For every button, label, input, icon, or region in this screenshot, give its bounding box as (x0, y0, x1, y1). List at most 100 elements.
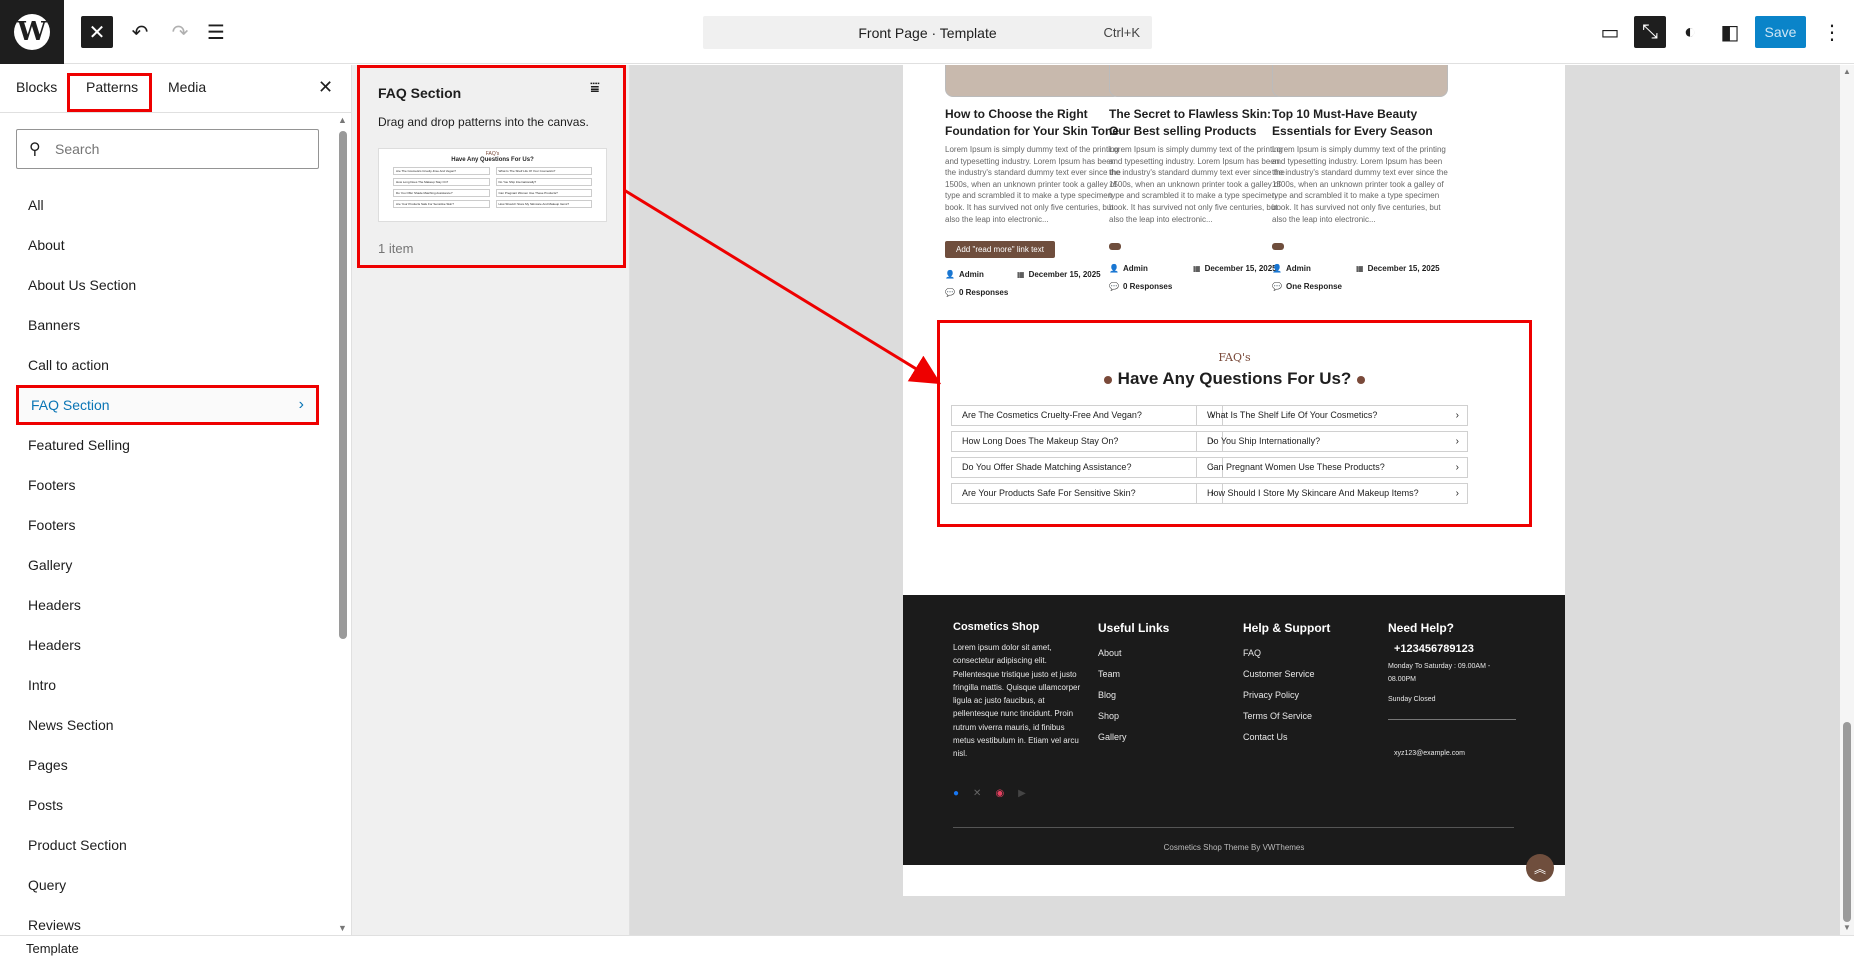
pattern-category-item[interactable]: Pages (16, 745, 319, 785)
pattern-category-item[interactable]: All (16, 185, 319, 225)
pattern-category-item[interactable]: Query (16, 865, 319, 905)
facebook-icon[interactable]: ● (953, 788, 959, 799)
tab-blocks[interactable]: Blocks (16, 79, 57, 95)
wordpress-logo-button[interactable]: W (0, 0, 64, 64)
canvas-scrollbar-thumb[interactable] (1843, 722, 1851, 922)
post-title[interactable]: How to Choose the Right Foundation for Y… (945, 106, 1125, 140)
read-more-button[interactable]: Add "read more" link text (945, 241, 1055, 258)
document-overview-button[interactable]: ☰ (200, 16, 232, 48)
read-more-button[interactable] (1272, 243, 1284, 250)
pattern-category-item[interactable]: Product Section (16, 825, 319, 865)
pattern-preview-thumbnail[interactable]: FAQ's Have Any Questions For Us? Are The… (378, 148, 607, 222)
pattern-category-item[interactable]: Headers (16, 625, 319, 665)
faq-question-item[interactable]: Can Pregnant Women Use These Products? › (1196, 457, 1468, 478)
scroll-down-arrow[interactable]: ▼ (338, 923, 347, 933)
footer-useful-column: Useful Links About Team Blog Shop Gallery (1098, 621, 1169, 748)
pattern-category-label: Pages (28, 757, 68, 773)
filter-icon[interactable]: ⩸ (590, 80, 600, 98)
styles-button[interactable]: ◐ (1674, 16, 1706, 48)
x-twitter-icon[interactable]: ✕ (973, 788, 981, 799)
footer-link[interactable]: Customer Service (1243, 664, 1330, 685)
pattern-category-item[interactable]: Headers (16, 585, 319, 625)
faq-question-item[interactable]: Do You Offer Shade Matching Assistance? › (951, 457, 1223, 478)
breadcrumb-template[interactable]: Template (26, 941, 79, 956)
redo-button[interactable]: ↷ (164, 16, 196, 48)
preview-question: Are The Cosmetics Cruelty-Free And Vegan… (393, 167, 490, 175)
faq-question-item[interactable]: Are The Cosmetics Cruelty-Free And Vegan… (951, 405, 1223, 426)
close-inserter-button[interactable]: ✕ (81, 16, 113, 48)
scroll-to-top-button[interactable]: ︽ (1526, 854, 1554, 882)
page-preview: How to Choose the Right Foundation for Y… (903, 65, 1565, 896)
pattern-category-item[interactable]: News Section (16, 705, 319, 745)
pattern-panel: FAQ Section ⩸ Drag and drop patterns int… (352, 65, 630, 935)
sidebar-scrollbar-thumb[interactable] (339, 131, 347, 639)
editor-canvas[interactable]: How to Choose the Right Foundation for Y… (630, 65, 1840, 935)
pattern-category-label: Product Section (28, 837, 127, 853)
post-image[interactable] (1272, 65, 1448, 97)
pattern-category-label: Headers (28, 637, 81, 653)
undo-button[interactable]: ↶ (124, 16, 156, 48)
faq-question-text: Are The Cosmetics Cruelty-Free And Vegan… (962, 410, 1142, 420)
options-menu-button[interactable]: ⋮ (1816, 16, 1848, 48)
author-name: Admin (1122, 264, 1148, 273)
footer-link[interactable]: Team (1098, 664, 1169, 685)
responses-text: 0 Responses (958, 288, 1009, 297)
footer-link[interactable]: Contact Us (1243, 727, 1330, 748)
pattern-category-label: Query (28, 877, 67, 893)
post-excerpt: Lorem Ipsum is simply dummy text of the … (1109, 145, 1285, 224)
pattern-category-item[interactable]: Call to action (16, 345, 319, 385)
command-palette-bar[interactable]: Front Page · Template Ctrl+K (703, 16, 1152, 49)
faq-question-item[interactable]: Are Your Products Safe For Sensitive Ski… (951, 483, 1223, 504)
faq-question-item[interactable]: What Is The Shelf Life Of Your Cosmetics… (1196, 405, 1468, 426)
footer-email[interactable]: xyz123@example.com (1394, 748, 1516, 761)
post-title[interactable]: Top 10 Must-Have Beauty Essentials for E… (1272, 106, 1452, 140)
scroll-up-arrow[interactable]: ▲ (1843, 67, 1851, 76)
footer-link[interactable]: Terms Of Service (1243, 706, 1330, 727)
footer-phone[interactable]: +123456789123 (1394, 643, 1516, 655)
pattern-category-item[interactable]: Featured Selling (16, 425, 319, 465)
template-title: Front Page · Template (858, 24, 997, 41)
footer-link[interactable]: FAQ (1243, 643, 1330, 664)
read-more-button[interactable] (1109, 243, 1121, 250)
pattern-category-item[interactable]: Gallery (16, 545, 319, 585)
double-chevron-up-icon: ︽ (1533, 861, 1546, 876)
comments-icon: 💬 (1272, 282, 1282, 291)
chevron-right-icon: › (298, 396, 304, 413)
pattern-category-item[interactable]: Banners (16, 305, 319, 345)
youtube-icon[interactable]: ▶ (1018, 788, 1026, 799)
post-image[interactable] (1109, 65, 1285, 97)
pattern-category-item[interactable]: Footers (16, 505, 319, 545)
faq-question-item[interactable]: How Should I Store My Skincare And Makeu… (1196, 483, 1468, 504)
pattern-category-item[interactable]: Posts (16, 785, 319, 825)
scroll-down-arrow[interactable]: ▼ (1843, 923, 1851, 932)
instagram-icon[interactable]: ◉ (995, 788, 1004, 799)
pattern-category-item[interactable]: About Us Section (16, 265, 319, 305)
pattern-category-label: Featured Selling (28, 437, 130, 453)
footer-link[interactable]: Privacy Policy (1243, 685, 1330, 706)
pattern-category-item[interactable]: FAQ Section › (16, 385, 319, 425)
save-button[interactable]: Save (1755, 16, 1806, 48)
author-name: Admin (958, 270, 984, 279)
pattern-category-item[interactable]: About (16, 225, 319, 265)
footer-link[interactable]: Shop (1098, 706, 1169, 727)
post-title[interactable]: The Secret to Flawless Skin: Our Best se… (1109, 106, 1289, 140)
footer-link[interactable]: Blog (1098, 685, 1169, 706)
footer-link[interactable]: Gallery (1098, 727, 1169, 748)
faq-section-block[interactable]: FAQ's Have Any Questions For Us? Are The… (937, 320, 1532, 527)
footer-link[interactable]: About (1098, 643, 1169, 664)
zoom-out-button[interactable]: ⤡ (1634, 16, 1666, 48)
tab-media[interactable]: Media (168, 79, 206, 95)
close-icon[interactable]: ✕ (318, 77, 333, 98)
settings-sidebar-button[interactable]: ◧ (1714, 16, 1746, 48)
faq-question-item[interactable]: How Long Does The Makeup Stay On? › (951, 431, 1223, 452)
faq-question-item[interactable]: Do You Ship Internationally? › (1196, 431, 1468, 452)
contrast-icon: ◐ (1683, 20, 1697, 43)
pattern-category-item[interactable]: Footers (16, 465, 319, 505)
canvas-scrollbar[interactable]: ▲ ▼ (1840, 65, 1854, 935)
pattern-search-input[interactable]: ⚲ Search (16, 129, 319, 169)
scroll-up-arrow[interactable]: ▲ (338, 115, 347, 125)
responses-text: One Response (1285, 282, 1342, 291)
post-image[interactable] (945, 65, 1121, 97)
pattern-category-item[interactable]: Intro (16, 665, 319, 705)
device-preview-button[interactable]: ▭ (1594, 16, 1626, 48)
